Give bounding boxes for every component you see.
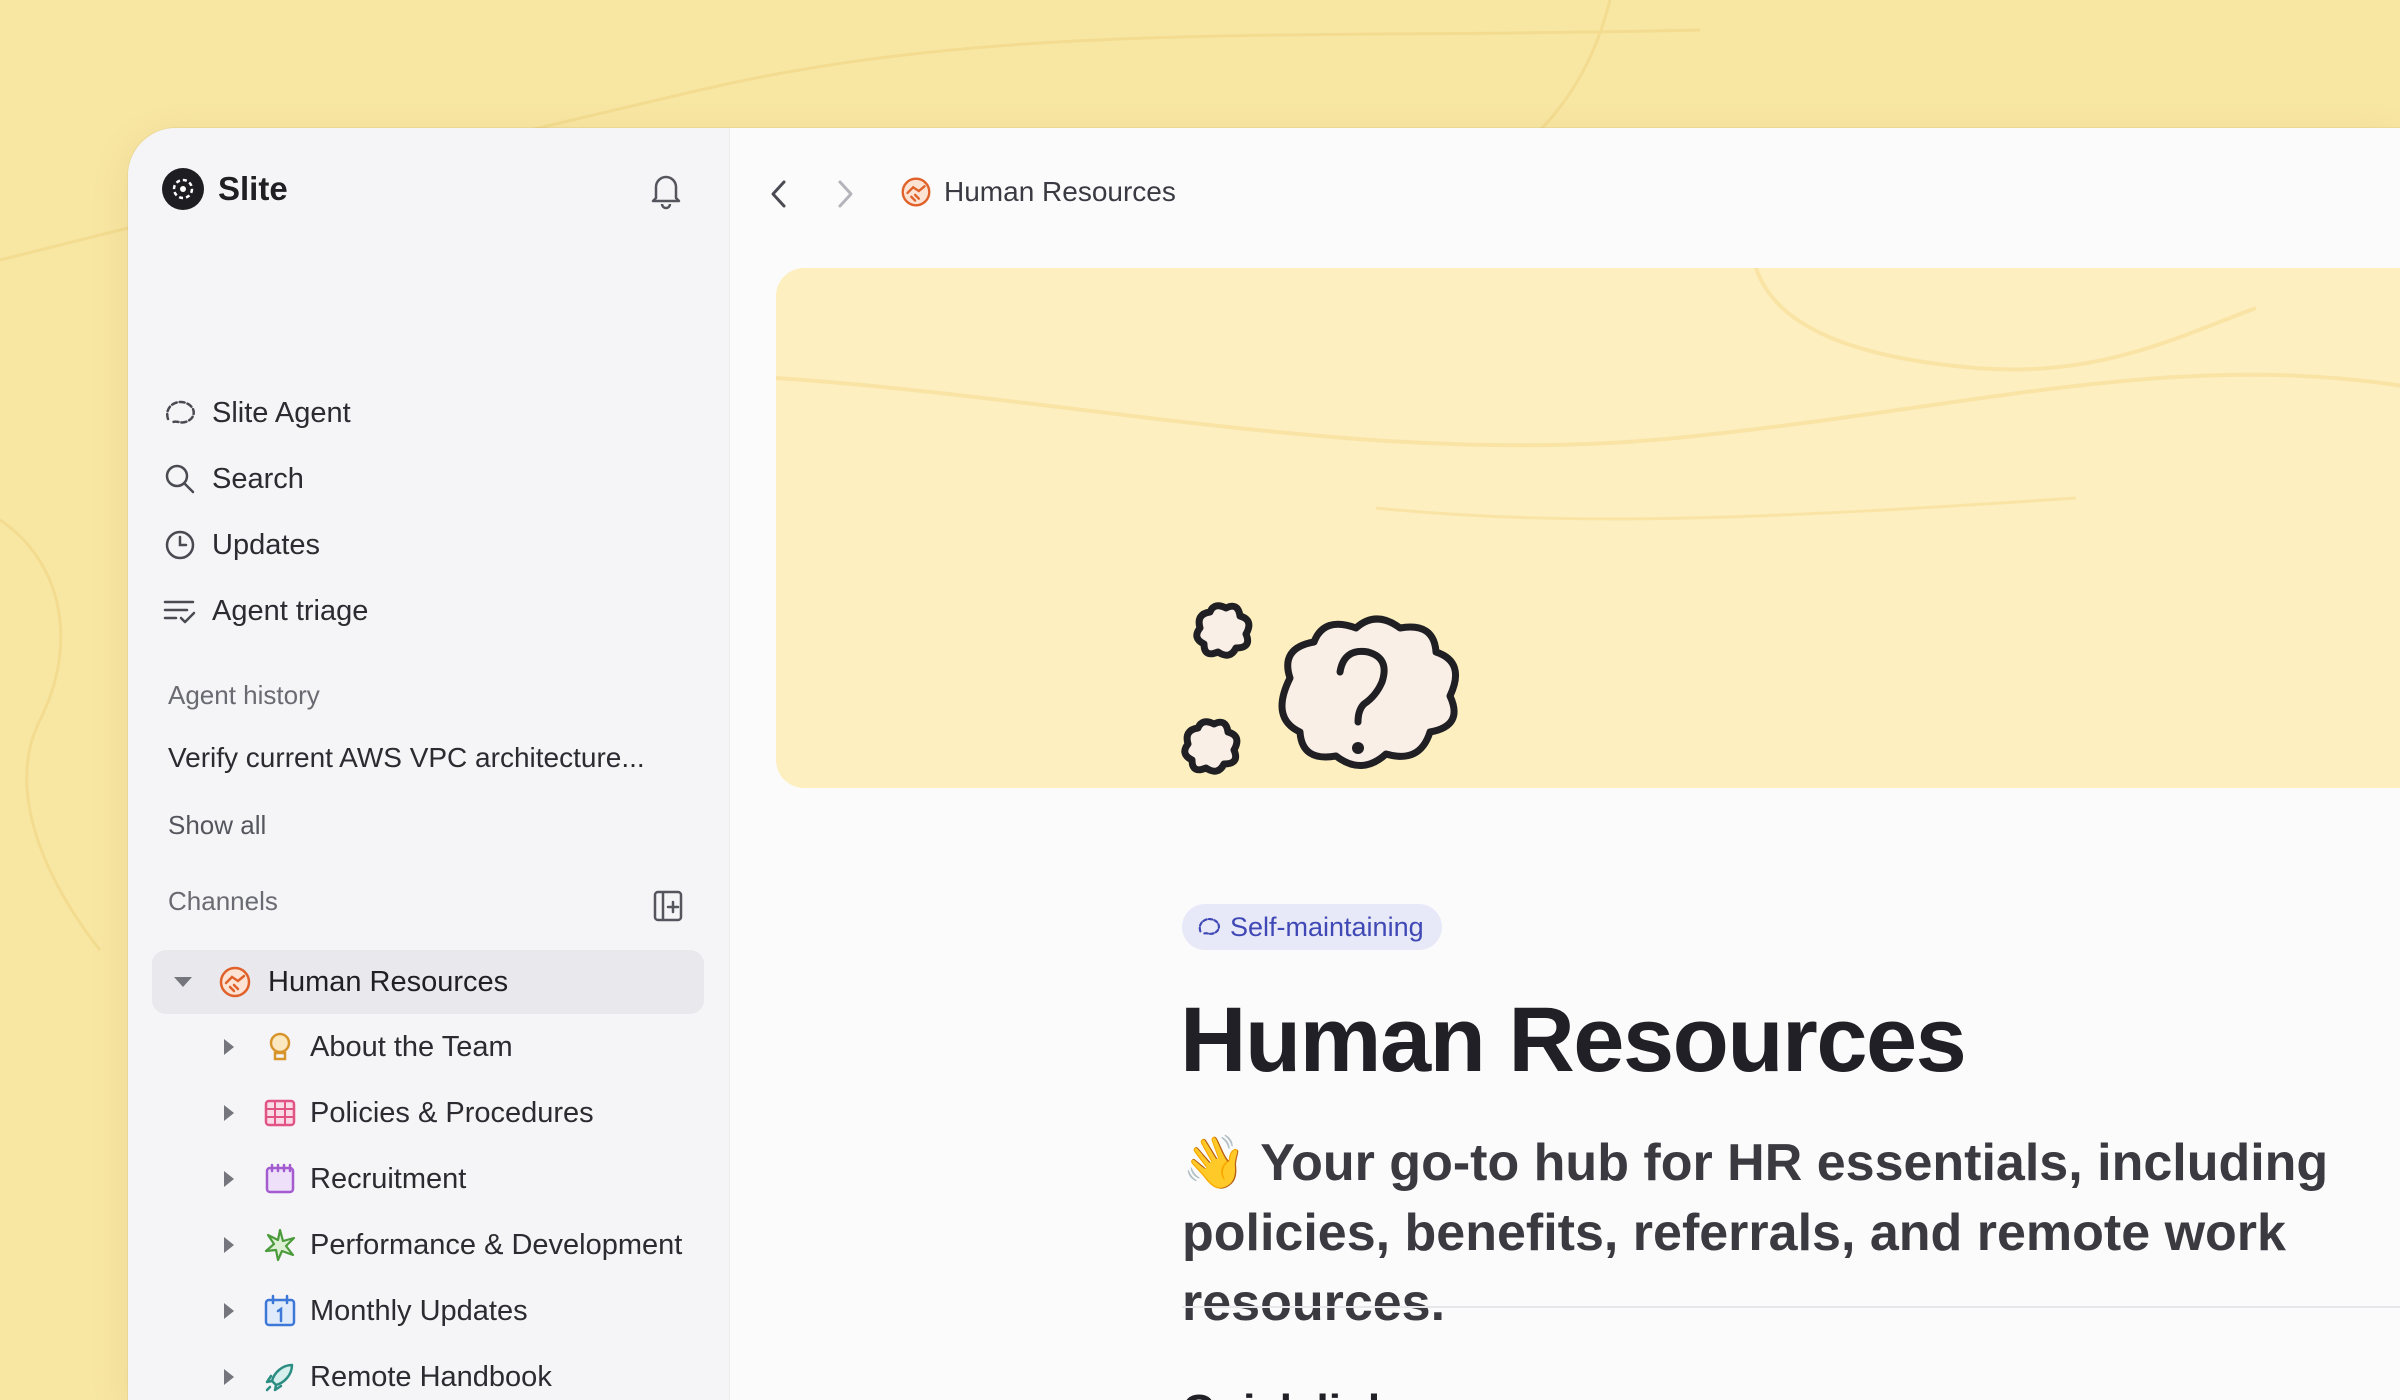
cover-banner[interactable] <box>776 268 2400 788</box>
bulb-icon <box>269 1032 291 1061</box>
channel-about-the-team[interactable]: About the Team <box>224 1014 682 1080</box>
nav-label: Slite Agent <box>212 396 351 429</box>
channel-monthly-updates[interactable]: Monthly Updates <box>224 1278 682 1344</box>
channel-label: Policies & Procedures <box>310 1096 594 1129</box>
breadcrumb-label: Human Resources <box>944 176 1176 207</box>
channel-label: About the Team <box>310 1030 513 1063</box>
chevron-down-icon[interactable] <box>174 977 192 987</box>
subtitle-text: Your go-to hub for HR essentials, includ… <box>1182 1134 2329 1332</box>
channel-policies-procedures[interactable]: Policies & Procedures <box>224 1080 682 1146</box>
nav-updates[interactable]: Updates <box>162 512 368 578</box>
channel-recruitment[interactable]: Recruitment <box>224 1146 682 1212</box>
slite-logo-icon <box>162 168 204 210</box>
section-heading[interactable]: Quick links <box>1182 1386 1417 1400</box>
chevron-right-icon[interactable] <box>224 1303 234 1319</box>
main-content: Human Resources Self-maintaining Human R… <box>730 128 2400 1400</box>
channel-human-resources[interactable]: Human Resources <box>152 950 704 1014</box>
agent-icon <box>165 400 195 425</box>
chevron-right-icon[interactable] <box>224 1369 234 1385</box>
notepad-icon <box>265 1163 295 1194</box>
add-channel-icon[interactable] <box>652 888 686 924</box>
sidebar-nav: Slite Agent Search Updates Agent triage <box>162 380 368 644</box>
app-window: Slite Slite Agent Search Updates Agent t… <box>128 128 2400 1400</box>
handshake-icon <box>219 966 251 998</box>
bell-icon[interactable] <box>648 170 684 210</box>
agent-history-item[interactable]: Verify current AWS VPC architecture... <box>168 742 645 774</box>
channel-label: Recruitment <box>310 1162 467 1195</box>
waving-hand-emoji: 👋 <box>1182 1134 1247 1192</box>
sparkle-icon <box>264 1228 296 1262</box>
nav-label: Agent triage <box>212 594 369 627</box>
channel-label: Remote Handbook <box>310 1360 552 1393</box>
handshake-icon <box>901 177 931 207</box>
clock-icon <box>165 530 195 560</box>
thought-bubble-icon <box>1181 602 1460 775</box>
chevron-right-icon[interactable] <box>224 1171 234 1187</box>
nav-search[interactable]: Search <box>162 446 368 512</box>
back-arrow-icon[interactable] <box>764 176 794 212</box>
nav-label: Search <box>212 462 304 495</box>
sidebar: Slite Slite Agent Search Updates Agent t… <box>128 128 730 1400</box>
channel-remote-handbook[interactable]: Remote Handbook <box>224 1344 682 1400</box>
channel-label: Monthly Updates <box>310 1294 528 1327</box>
triage-icon <box>163 600 196 624</box>
search-icon <box>165 464 195 494</box>
nav-label: Updates <box>212 528 321 561</box>
agent-history-title: Agent history <box>168 680 320 710</box>
chevron-right-icon[interactable] <box>224 1105 234 1121</box>
policy-icon <box>264 1099 296 1127</box>
channel-performance-development[interactable]: Performance & Development <box>224 1212 682 1278</box>
app-name: Slite <box>218 170 288 207</box>
breadcrumb[interactable]: Human Resources <box>898 174 1176 210</box>
page-title[interactable]: Human Resources <box>1180 988 1967 1093</box>
rocket-icon <box>265 1363 294 1392</box>
self-maintaining-badge[interactable]: Self-maintaining <box>1182 904 1442 950</box>
chevron-right-icon[interactable] <box>224 1237 234 1253</box>
channel-children: About the Team Policies & Procedures Rec… <box>224 1014 682 1400</box>
calendar-icon <box>264 1294 296 1327</box>
chevron-right-icon[interactable] <box>224 1039 234 1055</box>
nav-slite-agent[interactable]: Slite Agent <box>162 380 368 446</box>
channel-label: Human Resources <box>268 965 509 998</box>
nav-agent-triage[interactable]: Agent triage <box>162 578 368 644</box>
show-all-link[interactable]: Show all <box>168 810 266 841</box>
divider <box>1182 1306 2400 1308</box>
cover-pattern <box>776 268 2400 521</box>
workspace-brand[interactable]: Slite <box>162 168 288 210</box>
badge-label: Self-maintaining <box>1230 911 1424 942</box>
channels-title: Channels <box>168 886 278 916</box>
channel-label: Performance & Development <box>310 1228 683 1261</box>
agent-icon <box>1198 918 1221 936</box>
forward-arrow-icon[interactable] <box>830 176 860 212</box>
